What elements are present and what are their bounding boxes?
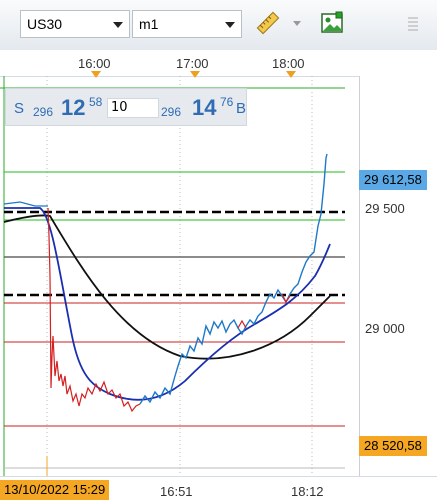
ruler-icon[interactable] (256, 11, 280, 35)
menu-icon[interactable] (405, 14, 421, 34)
sell-price-sup: 58 (89, 95, 103, 109)
sell-label[interactable]: S (14, 100, 24, 117)
symbol-select[interactable]: US30 (20, 10, 130, 38)
buy-label[interactable]: B (236, 100, 246, 117)
price-chart[interactable] (0, 76, 360, 476)
time-label-1651: 16:51 (160, 484, 193, 499)
time-label-1700: 17:00 (176, 56, 209, 71)
buy-price-sup: 76 (220, 95, 234, 109)
buy-price-prefix: 296 (161, 105, 182, 119)
price-line-up (139, 153, 328, 405)
price-axis (359, 76, 437, 476)
price-label-29500: 29 500 (365, 201, 405, 216)
chevron-down-icon[interactable] (293, 21, 301, 26)
lot-size-input[interactable]: 10 (107, 98, 159, 118)
time-label-1600: 16:00 (78, 56, 111, 71)
symbol-value: US30 (27, 16, 63, 32)
price-label-29000: 29 000 (365, 321, 405, 336)
chevron-down-icon (225, 22, 235, 28)
buy-price-main: 14 (192, 95, 217, 120)
timeframe-value: m1 (139, 16, 159, 32)
chevron-down-icon (113, 22, 123, 28)
price-line-down (47, 207, 141, 413)
ma-fast-line (4, 207, 331, 401)
time-label-1812: 18:12 (291, 484, 324, 499)
current-price-tag: 29 612,58 (359, 170, 427, 190)
sell-price-prefix: 296 (33, 105, 54, 119)
time-axis: 16:00 17:00 18:00 (0, 50, 437, 78)
sell-price-main: 12 (61, 95, 86, 120)
quote-panel: S 296 12 58 10 296 14 76 B (5, 88, 247, 126)
toolbar: US30 m1 (0, 0, 437, 51)
timeframe-select[interactable]: m1 (132, 10, 242, 38)
crosshair-datetime: 13/10/2022 15:29 (0, 480, 110, 500)
picture-icon[interactable] (320, 11, 344, 35)
price-tick-red (237, 319, 247, 329)
price-line-start (3, 201, 48, 207)
time-label-1800: 18:00 (272, 56, 305, 71)
marker-price-tag: 28 520,58 (359, 436, 427, 456)
